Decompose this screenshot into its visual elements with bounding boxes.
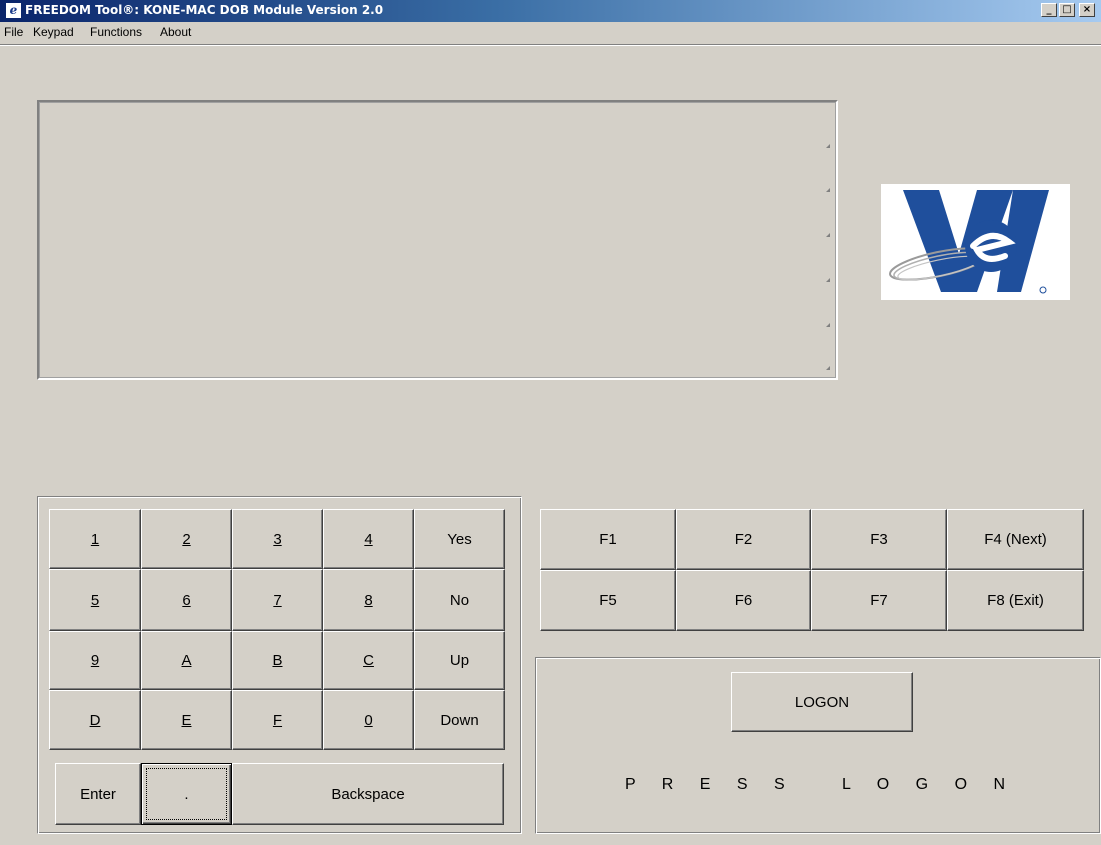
key-label: F1	[599, 531, 617, 548]
key-b-button[interactable]: B	[232, 631, 323, 690]
key-label: F3	[870, 531, 888, 548]
key-label: B	[272, 652, 283, 669]
menu-about[interactable]: About	[160, 25, 191, 39]
key-8-button[interactable]: 8	[323, 569, 414, 631]
menu-keypad[interactable]: Keypad	[33, 25, 74, 39]
display-panel	[37, 100, 838, 380]
key-label: 4	[364, 530, 373, 548]
key-label: E	[181, 711, 192, 729]
maximize-button[interactable]: □	[1059, 3, 1075, 17]
display-inner	[39, 102, 836, 378]
key-4-button[interactable]: 4	[323, 509, 414, 569]
enter-button[interactable]: Enter	[55, 763, 141, 825]
key-label: Yes	[447, 530, 472, 548]
key-d-button[interactable]: D	[49, 690, 141, 750]
f7-button[interactable]: F7	[811, 570, 947, 631]
ve-logo-image	[889, 190, 1049, 294]
key-label: F7	[870, 592, 888, 609]
key-label: Up	[449, 652, 470, 669]
key-label: F6	[734, 592, 753, 609]
display-line-marker	[826, 366, 830, 370]
key-label: Backspace	[331, 785, 405, 803]
key-5-button[interactable]: 5	[49, 569, 141, 631]
key-label: 5	[90, 591, 100, 609]
key-9-button[interactable]: 9	[49, 631, 141, 690]
key-a-button[interactable]: A	[141, 631, 232, 690]
display-line-marker	[826, 144, 830, 148]
f1-button[interactable]: F1	[540, 509, 676, 570]
key-6-button[interactable]: 6	[141, 569, 232, 631]
display-line-marker	[826, 233, 830, 237]
key-label: F	[272, 711, 283, 729]
key-label: F8 (Exit)	[987, 592, 1044, 609]
key-label: F2	[734, 531, 753, 548]
f5-button[interactable]: F5	[540, 570, 676, 631]
key-1-button[interactable]: 1	[49, 509, 141, 569]
minimize-button[interactable]: _	[1041, 3, 1057, 17]
app-icon: e	[6, 3, 21, 18]
down-button[interactable]: Down	[414, 690, 505, 750]
display-line-marker	[826, 188, 830, 192]
f6-button[interactable]: F6	[676, 570, 811, 631]
f4-next-button[interactable]: F4 (Next)	[947, 509, 1084, 570]
no-button[interactable]: No	[414, 569, 505, 631]
menu-functions-label: Functions	[90, 25, 143, 39]
key-label: F5	[599, 592, 617, 609]
display-line-marker	[826, 278, 830, 282]
key-label: 0	[364, 711, 373, 729]
title-bar: e FREEDOM Tool®: KONE-MAC DOB Module Ver…	[0, 0, 1101, 22]
key-f-button[interactable]: F	[232, 690, 323, 750]
f2-button[interactable]: F2	[676, 509, 811, 570]
key-label: No	[449, 591, 470, 609]
key-7-button[interactable]: 7	[232, 569, 323, 631]
key-label: C	[363, 652, 374, 669]
status-message: P R E S S L O G O N	[624, 776, 1017, 793]
menu-file[interactable]: File	[4, 25, 23, 39]
key-label: F4 (Next)	[984, 531, 1047, 548]
key-0-button[interactable]: 0	[323, 690, 414, 750]
yes-button[interactable]: Yes	[414, 509, 505, 569]
window-title: FREEDOM Tool®: KONE-MAC DOB Module Versi…	[25, 3, 384, 17]
menu-keypad-label: Keypad	[33, 25, 74, 39]
f8-exit-button[interactable]: F8 (Exit)	[947, 570, 1084, 631]
key-label: A	[181, 652, 192, 669]
key-2-button[interactable]: 2	[141, 509, 232, 569]
key-3-button[interactable]: 3	[232, 509, 323, 569]
display-line-marker	[826, 323, 830, 327]
backspace-button[interactable]: Backspace	[232, 763, 504, 825]
focus-indicator	[146, 768, 227, 820]
menu-bar: File Keypad Functions About	[0, 22, 1101, 42]
key-e-button[interactable]: E	[141, 690, 232, 750]
menu-file-label: File	[4, 25, 24, 39]
logon-button[interactable]: LOGON	[731, 672, 913, 732]
menu-about-label: About	[160, 25, 192, 39]
key-label: 3	[273, 530, 282, 548]
key-label: D	[89, 711, 101, 729]
key-label: 1	[90, 530, 100, 548]
key-label: 6	[182, 591, 191, 609]
dot-button[interactable]: .	[141, 763, 232, 825]
f3-button[interactable]: F3	[811, 509, 947, 570]
key-label: Down	[440, 711, 479, 729]
menu-functions[interactable]: Functions	[90, 25, 142, 39]
key-label: LOGON	[794, 693, 850, 711]
key-label: 8	[364, 591, 373, 609]
close-button[interactable]: ×	[1079, 3, 1095, 17]
key-c-button[interactable]: C	[323, 631, 414, 690]
key-label: 7	[273, 591, 282, 609]
key-label: Enter	[80, 785, 116, 803]
key-label: 9	[90, 652, 100, 669]
up-button[interactable]: Up	[414, 631, 505, 690]
menu-separator	[0, 44, 1101, 46]
ve-logo	[881, 184, 1070, 300]
key-label: 2	[182, 530, 191, 548]
